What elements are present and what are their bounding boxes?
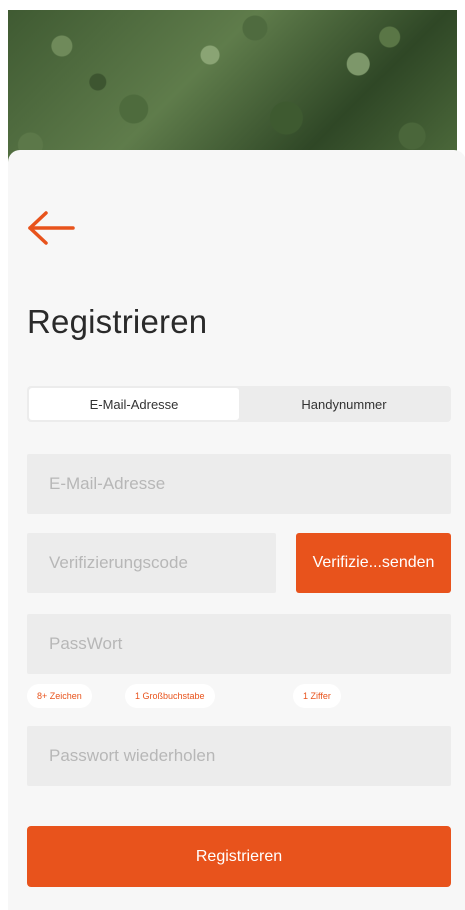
hint-digit: 1 Ziffer [293, 684, 341, 708]
email-field[interactable] [27, 454, 451, 514]
verification-code-field[interactable] [27, 533, 276, 593]
repeat-password-field[interactable] [27, 726, 451, 786]
send-code-button[interactable]: Verifizie...senden [296, 533, 451, 593]
password-field[interactable] [27, 614, 451, 674]
tab-email[interactable]: E-Mail-Adresse [29, 388, 239, 420]
hint-min-length: 8+ Zeichen [27, 684, 92, 708]
page-title: Registrieren [27, 303, 208, 340]
register-method-tabs: E-Mail-Adresse Handynummer [27, 386, 451, 422]
tab-phone[interactable]: Handynummer [239, 388, 449, 420]
registration-card [8, 150, 465, 910]
register-button[interactable]: Registrieren [27, 826, 451, 887]
password-requirements: 8+ Zeichen 1 Großbuchstabe 1 Ziffer [27, 684, 451, 708]
hint-uppercase: 1 Großbuchstabe [125, 684, 215, 708]
back-button[interactable] [27, 207, 77, 249]
arrow-left-icon [28, 211, 75, 245]
